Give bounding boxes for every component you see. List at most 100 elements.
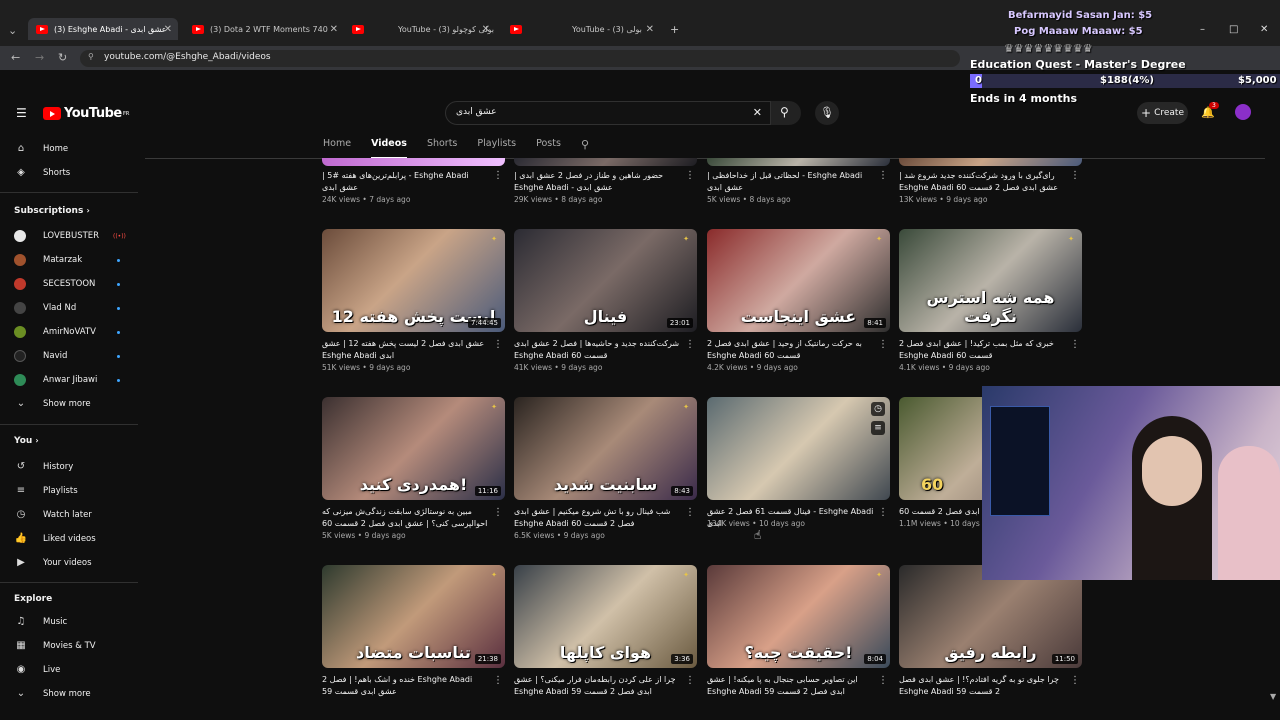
- video-title[interactable]: حضور شاهین و طناز در فصل 2 عشق ابدی | عش…: [514, 170, 697, 194]
- more-options-icon[interactable]: ⋮: [878, 507, 888, 518]
- sidebar-item-sub-1[interactable]: Matarzak: [14, 254, 82, 266]
- tab-close-icon[interactable]: ✕: [482, 24, 490, 35]
- sidebar-item-music[interactable]: ♫ Music: [14, 616, 68, 627]
- site-info-icon[interactable]: ⚲: [88, 52, 94, 61]
- tab-close-icon[interactable]: ✕: [330, 24, 338, 35]
- close-window-icon[interactable]: ✕: [1260, 24, 1268, 35]
- tab-close-icon[interactable]: ✕: [164, 24, 172, 35]
- sidebar-item-watch-later[interactable]: ◷ Watch later: [14, 509, 92, 520]
- account-avatar[interactable]: [1235, 104, 1251, 120]
- tab-search-icon[interactable]: ⌄: [8, 24, 17, 37]
- tab-shorts[interactable]: Shorts: [427, 138, 457, 159]
- video-card[interactable]: حضور شاهین و طناز در فصل 2 عشق ابدی | عش…: [514, 166, 697, 204]
- url-field[interactable]: ⚲ youtube.com/@Eshghe_Abadi/videos: [80, 50, 960, 67]
- more-options-icon[interactable]: ⋮: [493, 170, 503, 181]
- show-more-button[interactable]: ⌄ Show more: [14, 688, 91, 699]
- video-title[interactable]: رای‌گیری با ورود شرکت‌کننده جدید شروع شد…: [899, 170, 1082, 194]
- video-card[interactable]: ✦ عشق اینجاست 8:41 به حرکت رمانتیک از وح…: [707, 229, 890, 372]
- video-thumbnail[interactable]: ✦ سابنیت شدید 8:43: [514, 397, 697, 500]
- sidebar-item-sub-3[interactable]: Vlad Nd: [14, 302, 76, 314]
- video-card[interactable]: ◷ ≡ Eshghe Abadi - فینال قسمت 61 فصل 2 ع…: [707, 397, 890, 528]
- tab-youtube-2[interactable]: YouTube - بولی (3) ✕: [502, 18, 660, 40]
- tab-posts[interactable]: Posts: [536, 138, 561, 159]
- video-title[interactable]: به حرکت رمانتیک از وحید | عشق ابدی فصل 2…: [707, 338, 890, 362]
- tab-videos[interactable]: Videos: [371, 138, 407, 159]
- tab-close-icon[interactable]: ✕: [646, 24, 654, 35]
- minimize-icon[interactable]: –: [1200, 24, 1205, 35]
- watch-later-icon[interactable]: ◷: [871, 402, 885, 416]
- sidebar-item-shorts[interactable]: ◈ Shorts: [14, 167, 70, 178]
- video-card[interactable]: ✦ تناسبات متضاد 21:38 Eshghe Abadi خنده …: [322, 565, 505, 698]
- video-card[interactable]: Eshghe Abadi - پرابلم‌ترین‌های هفته #5 |…: [322, 166, 505, 204]
- more-options-icon[interactable]: ⋮: [878, 339, 888, 350]
- sidebar-item-sub-0[interactable]: LOVEBUSTER: [14, 230, 99, 242]
- search-input[interactable]: عشق ابدی ✕: [445, 101, 771, 125]
- you-header[interactable]: You ›: [14, 436, 39, 446]
- sidebar-item-sub-5[interactable]: Navid: [14, 350, 67, 362]
- video-title[interactable]: این تصاویر حسابی جنجال به پا میکنه! | عش…: [707, 674, 890, 698]
- video-card[interactable]: Eshghe Abadi - لحظاتی قبل از خداحافظی | …: [707, 166, 890, 204]
- video-title[interactable]: چرا جلوی تو به گریه افتادم؟! | عشق ابدی …: [899, 674, 1082, 698]
- show-more-button[interactable]: ⌄ Show more: [14, 398, 91, 409]
- more-options-icon[interactable]: ⋮: [685, 507, 695, 518]
- add-to-queue-icon[interactable]: ≡: [871, 421, 885, 435]
- more-options-icon[interactable]: ⋮: [685, 339, 695, 350]
- voice-search-button[interactable]: 🎙: [815, 101, 839, 125]
- sidebar-item-history[interactable]: ↺ History: [14, 461, 73, 472]
- video-title[interactable]: شب فینال رو با تش شروع میکنیم | عشق ابدی…: [514, 506, 697, 530]
- search-button[interactable]: ⚲: [771, 101, 801, 125]
- more-options-icon[interactable]: ⋮: [1070, 339, 1080, 350]
- video-card[interactable]: ✦ همدردی کنید! 11:16 مبین به نوستالژی سا…: [322, 397, 505, 540]
- video-thumbnail[interactable]: [707, 158, 890, 166]
- video-thumbnail[interactable]: [899, 158, 1082, 166]
- video-title[interactable]: Eshghe Abadi - پرابلم‌ترین‌های هفته #5 |…: [322, 170, 505, 194]
- video-title[interactable]: مبین به نوستالژی سابقت زندگی‌ش میزنی که …: [322, 506, 505, 530]
- more-options-icon[interactable]: ⋮: [493, 507, 503, 518]
- tab-home[interactable]: Home: [323, 138, 351, 159]
- video-title[interactable]: چرا از علی کردن رابطه‌مان فرار میکنی؟ | …: [514, 674, 697, 698]
- more-options-icon[interactable]: ⋮: [1070, 675, 1080, 686]
- video-title[interactable]: خبری که مثل بمب ترکید! | عشق ابدی فصل 2 …: [899, 338, 1082, 362]
- back-icon[interactable]: ←: [11, 51, 20, 64]
- video-thumbnail[interactable]: ✦ هوای کاپلها 3:36: [514, 565, 697, 668]
- sidebar-item-home[interactable]: ⌂ Home: [14, 143, 68, 154]
- sidebar-item-liked[interactable]: 👍 Liked videos: [14, 533, 96, 544]
- reload-icon[interactable]: ↻: [58, 51, 67, 64]
- sidebar-item-sub-6[interactable]: Anwar Jibawi: [14, 374, 97, 386]
- clear-search-icon[interactable]: ✕: [753, 106, 762, 119]
- new-tab-button[interactable]: +: [662, 18, 687, 40]
- tab-eshghe-abadi[interactable]: (3) Eshghe Abadi - عشق ابدی ✕: [28, 18, 178, 40]
- more-options-icon[interactable]: ⋮: [878, 170, 888, 181]
- sidebar-item-movies[interactable]: ▦ Movies & TV: [14, 640, 95, 651]
- channel-search-icon[interactable]: ⚲: [581, 138, 589, 159]
- more-options-icon[interactable]: ⋮: [685, 675, 695, 686]
- video-card[interactable]: ✦ سابنیت شدید 8:43 شب فینال رو با تش شرو…: [514, 397, 697, 540]
- video-card[interactable]: ✦ فینال 23:01 شرکت‌کننده جدید و حاشیه‌ها…: [514, 229, 697, 372]
- video-thumbnail[interactable]: ✦ حقیقت چیه؟! 8:04: [707, 565, 890, 668]
- youtube-logo[interactable]: YouTube FR: [43, 106, 130, 121]
- maximize-icon[interactable]: □: [1229, 24, 1238, 35]
- subscriptions-header[interactable]: Subscriptions ›: [14, 206, 90, 216]
- tab-youtube-1[interactable]: YouTube - بولی کوچولو (3) ✕: [344, 18, 496, 40]
- video-thumbnail[interactable]: ✦ لیست پخش هفته 12 7:44:45: [322, 229, 505, 332]
- video-title[interactable]: شرکت‌کننده جدید و حاشیه‌ها | فصل 2 عشق ا…: [514, 338, 697, 362]
- video-thumbnail[interactable]: ✦ رابطه رفیق 11:50: [899, 565, 1082, 668]
- more-options-icon[interactable]: ⋮: [685, 170, 695, 181]
- video-card[interactable]: رای‌گیری با ورود شرکت‌کننده جدید شروع شد…: [899, 166, 1082, 204]
- video-card[interactable]: ✦ هوای کاپلها 3:36 چرا از علی کردن رابطه…: [514, 565, 697, 698]
- sidebar-item-live[interactable]: ◉ Live: [14, 664, 61, 675]
- video-thumbnail[interactable]: [322, 158, 505, 166]
- video-thumbnail[interactable]: ✦ تناسبات متضاد 21:38: [322, 565, 505, 668]
- video-thumbnail[interactable]: ✦ عشق اینجاست 8:41: [707, 229, 890, 332]
- sidebar-item-playlists[interactable]: ≡ Playlists: [14, 485, 78, 496]
- video-thumbnail[interactable]: ◷ ≡: [707, 397, 890, 500]
- tab-dota[interactable]: (3) Dota 2 WTF Moments 740 ✕: [184, 18, 344, 40]
- video-title[interactable]: Eshghe Abadi خنده و اشک باهم! | فصل 2 عش…: [322, 674, 505, 698]
- scroll-down-icon[interactable]: ▼: [1270, 692, 1276, 701]
- video-title[interactable]: Eshghe Abadi - لحظاتی قبل از خداحافظی | …: [707, 170, 890, 194]
- video-title[interactable]: عشق ابدی فصل 2 لیست پخش هفته 12 | عشق اب…: [322, 338, 505, 362]
- video-thumbnail[interactable]: ✦ همه شه استرس نگرفت: [899, 229, 1082, 332]
- tab-playlists[interactable]: Playlists: [477, 138, 516, 159]
- create-button[interactable]: + Create: [1137, 102, 1188, 124]
- video-card[interactable]: ✦ رابطه رفیق 11:50 چرا جلوی تو به گریه ا…: [899, 565, 1082, 698]
